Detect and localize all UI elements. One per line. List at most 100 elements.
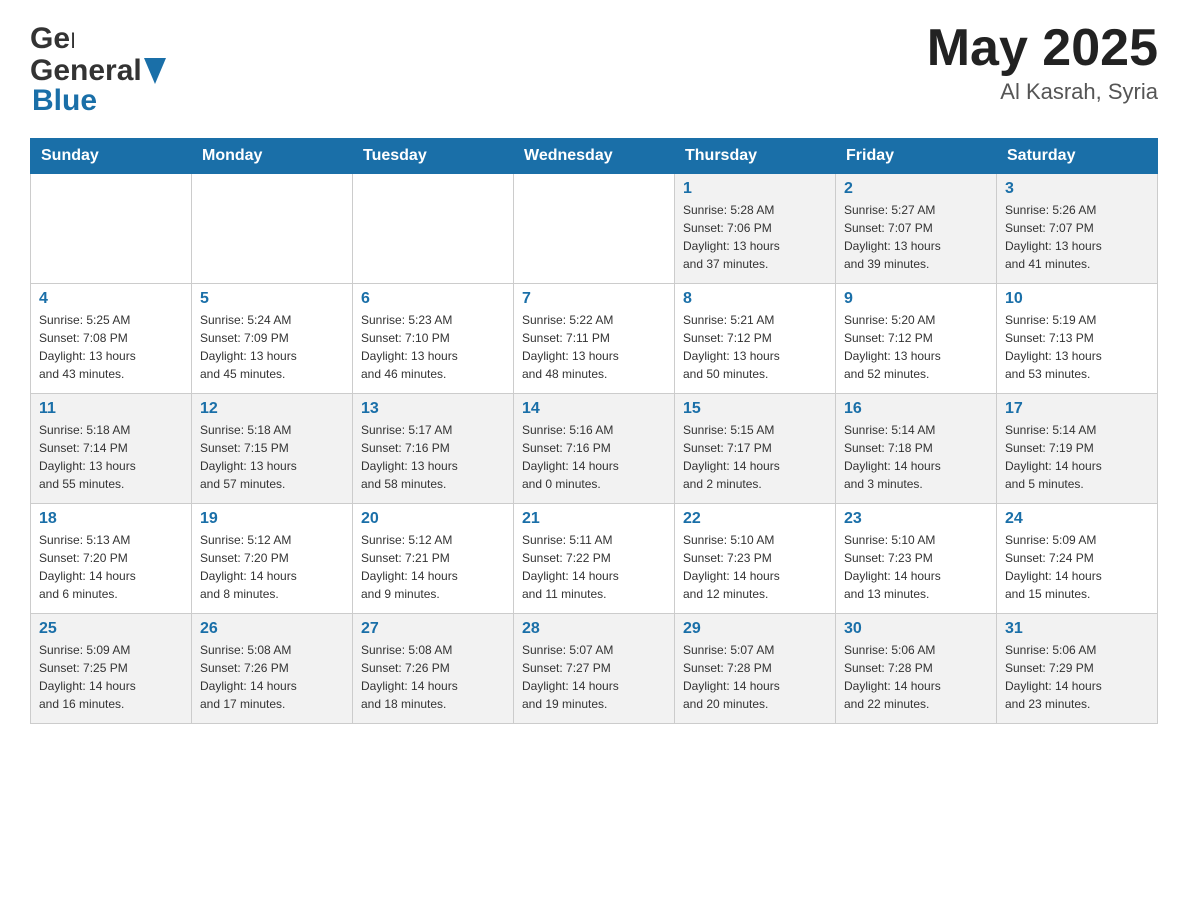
day-info: Sunrise: 5:19 AMSunset: 7:13 PMDaylight:…: [1005, 311, 1149, 383]
table-row: 22Sunrise: 5:10 AMSunset: 7:23 PMDayligh…: [675, 504, 836, 614]
day-number: 17: [1005, 400, 1149, 418]
day-number: 27: [361, 620, 505, 638]
calendar-body: 1Sunrise: 5:28 AMSunset: 7:06 PMDaylight…: [31, 174, 1158, 724]
day-number: 11: [39, 400, 183, 418]
table-row: 14 Sunrise: 5:16 AMSunset: 7:16 PMDayligh…: [514, 394, 675, 504]
day-info: Sunrise: 5:16 AMSunset: 7:16 PMDaylight:…: [522, 421, 666, 493]
table-row: 27 Sunrise: 5:08 AMSunset: 7:26 PMDayligh…: [353, 614, 514, 724]
calendar-table: Sunday Monday Tuesday Wednesday Thursday…: [30, 138, 1158, 724]
day-info: Sunrise: 5:21 AMSunset: 7:12 PMDaylight:…: [683, 311, 827, 383]
day-info: Sunrise: 5:14 AMSunset: 7:19 PMDaylight:…: [1005, 421, 1149, 493]
calendar-week-row: 4Sunrise: 5:25 AMSunset: 7:08 PMDaylight…: [31, 284, 1158, 394]
day-number: 18: [39, 510, 183, 528]
day-info: Sunrise: 5:06 AMSunset: 7:28 PMDaylight:…: [844, 641, 988, 713]
logo-flag-icon: [144, 58, 166, 84]
day-number: 4: [39, 290, 183, 308]
logo-general-text: General: [30, 56, 142, 86]
day-number: 29: [683, 620, 827, 638]
table-row: 16Sunrise: 5:14 AMSunset: 7:18 PMDayligh…: [836, 394, 997, 504]
day-info: Sunrise: 5:23 AMSunset: 7:10 PMDaylight:…: [361, 311, 505, 383]
day-info: Sunrise: 5:17 AMSunset: 7:16 PMDaylight:…: [361, 421, 505, 493]
page-header: General General Blue May 2025 Al Kasrah,…: [30, 20, 1158, 118]
day-number: 1: [683, 180, 827, 198]
table-row: 13 Sunrise: 5:17 AMSunset: 7:16 PMDayligh…: [353, 394, 514, 504]
day-number: 8: [683, 290, 827, 308]
day-number: 5: [200, 290, 344, 308]
day-info: Sunrise: 5:24 AMSunset: 7:09 PMDaylight:…: [200, 311, 344, 383]
day-info: Sunrise: 5:27 AMSunset: 7:07 PMDaylight:…: [844, 201, 988, 273]
calendar-week-row: 25 Sunrise: 5:09 AMSunset: 7:25 PMDayligh…: [31, 614, 1158, 724]
logo-blue-text: Blue: [32, 84, 97, 117]
day-number: 2: [844, 180, 988, 198]
day-info: Sunrise: 5:07 AMSunset: 7:28 PMDaylight:…: [683, 641, 827, 713]
day-number: 24: [1005, 510, 1149, 528]
day-number: 22: [683, 510, 827, 528]
table-row: [192, 174, 353, 284]
day-number: 26: [200, 620, 344, 638]
day-info: Sunrise: 5:08 AMSunset: 7:26 PMDaylight:…: [361, 641, 505, 713]
day-number: 13: [361, 400, 505, 418]
header-saturday: Saturday: [997, 139, 1158, 174]
table-row: 8 Sunrise: 5:21 AMSunset: 7:12 PMDaylight…: [675, 284, 836, 394]
day-info: Sunrise: 5:15 AMSunset: 7:17 PMDaylight:…: [683, 421, 827, 493]
weekday-header-row: Sunday Monday Tuesday Wednesday Thursday…: [31, 139, 1158, 174]
table-row: 9Sunrise: 5:20 AMSunset: 7:12 PMDaylight…: [836, 284, 997, 394]
day-number: 23: [844, 510, 988, 528]
table-row: 11 Sunrise: 5:18 AMSunset: 7:14 PMDayligh…: [31, 394, 192, 504]
table-row: 24 Sunrise: 5:09 AMSunset: 7:24 PMDayligh…: [997, 504, 1158, 614]
day-info: Sunrise: 5:18 AMSunset: 7:14 PMDaylight:…: [39, 421, 183, 493]
table-row: 7Sunrise: 5:22 AMSunset: 7:11 PMDaylight…: [514, 284, 675, 394]
table-row: 26Sunrise: 5:08 AMSunset: 7:26 PMDayligh…: [192, 614, 353, 724]
day-info: Sunrise: 5:18 AMSunset: 7:15 PMDaylight:…: [200, 421, 344, 493]
calendar-title: May 2025 Al Kasrah, Syria: [927, 20, 1158, 105]
calendar-week-row: 1Sunrise: 5:28 AMSunset: 7:06 PMDaylight…: [31, 174, 1158, 284]
day-number: 20: [361, 510, 505, 528]
table-row: 20 Sunrise: 5:12 AMSunset: 7:21 PMDayligh…: [353, 504, 514, 614]
day-info: Sunrise: 5:11 AMSunset: 7:22 PMDaylight:…: [522, 531, 666, 603]
calendar-week-row: 18 Sunrise: 5:13 AMSunset: 7:20 PMDayligh…: [31, 504, 1158, 614]
table-row: [31, 174, 192, 284]
table-row: [514, 174, 675, 284]
day-number: 10: [1005, 290, 1149, 308]
table-row: 6Sunrise: 5:23 AMSunset: 7:10 PMDaylight…: [353, 284, 514, 394]
day-number: 30: [844, 620, 988, 638]
table-row: 19 Sunrise: 5:12 AMSunset: 7:20 PMDayligh…: [192, 504, 353, 614]
day-info: Sunrise: 5:09 AMSunset: 7:24 PMDaylight:…: [1005, 531, 1149, 603]
day-number: 28: [522, 620, 666, 638]
day-number: 19: [200, 510, 344, 528]
day-number: 25: [39, 620, 183, 638]
day-info: Sunrise: 5:09 AMSunset: 7:25 PMDaylight:…: [39, 641, 183, 713]
table-row: 29 Sunrise: 5:07 AMSunset: 7:28 PMDayligh…: [675, 614, 836, 724]
day-info: Sunrise: 5:12 AMSunset: 7:20 PMDaylight:…: [200, 531, 344, 603]
day-info: Sunrise: 5:13 AMSunset: 7:20 PMDaylight:…: [39, 531, 183, 603]
day-info: Sunrise: 5:12 AMSunset: 7:21 PMDaylight:…: [361, 531, 505, 603]
table-row: 30 Sunrise: 5:06 AMSunset: 7:28 PMDayligh…: [836, 614, 997, 724]
table-row: [353, 174, 514, 284]
table-row: 31Sunrise: 5:06 AMSunset: 7:29 PMDayligh…: [997, 614, 1158, 724]
table-row: 10 Sunrise: 5:19 AMSunset: 7:13 PMDayligh…: [997, 284, 1158, 394]
header-sunday: Sunday: [31, 139, 192, 174]
table-row: 18 Sunrise: 5:13 AMSunset: 7:20 PMDayligh…: [31, 504, 192, 614]
header-wednesday: Wednesday: [514, 139, 675, 174]
table-row: 12Sunrise: 5:18 AMSunset: 7:15 PMDayligh…: [192, 394, 353, 504]
day-number: 14: [522, 400, 666, 418]
table-row: 25 Sunrise: 5:09 AMSunset: 7:25 PMDayligh…: [31, 614, 192, 724]
calendar-week-row: 11 Sunrise: 5:18 AMSunset: 7:14 PMDayligh…: [31, 394, 1158, 504]
month-year-heading: May 2025: [927, 20, 1158, 77]
table-row: 23 Sunrise: 5:10 AMSunset: 7:23 PMDayligh…: [836, 504, 997, 614]
table-row: 2 Sunrise: 5:27 AMSunset: 7:07 PMDaylight…: [836, 174, 997, 284]
table-row: 28 Sunrise: 5:07 AMSunset: 7:27 PMDayligh…: [514, 614, 675, 724]
svg-text:General: General: [30, 22, 74, 55]
header-monday: Monday: [192, 139, 353, 174]
header-thursday: Thursday: [675, 139, 836, 174]
header-friday: Friday: [836, 139, 997, 174]
day-number: 21: [522, 510, 666, 528]
day-info: Sunrise: 5:10 AMSunset: 7:23 PMDaylight:…: [844, 531, 988, 603]
table-row: 5 Sunrise: 5:24 AMSunset: 7:09 PMDaylight…: [192, 284, 353, 394]
day-info: Sunrise: 5:14 AMSunset: 7:18 PMDaylight:…: [844, 421, 988, 493]
table-row: 21 Sunrise: 5:11 AMSunset: 7:22 PMDayligh…: [514, 504, 675, 614]
table-row: 1Sunrise: 5:28 AMSunset: 7:06 PMDaylight…: [675, 174, 836, 284]
header-tuesday: Tuesday: [353, 139, 514, 174]
day-info: Sunrise: 5:07 AMSunset: 7:27 PMDaylight:…: [522, 641, 666, 713]
table-row: 15Sunrise: 5:15 AMSunset: 7:17 PMDayligh…: [675, 394, 836, 504]
